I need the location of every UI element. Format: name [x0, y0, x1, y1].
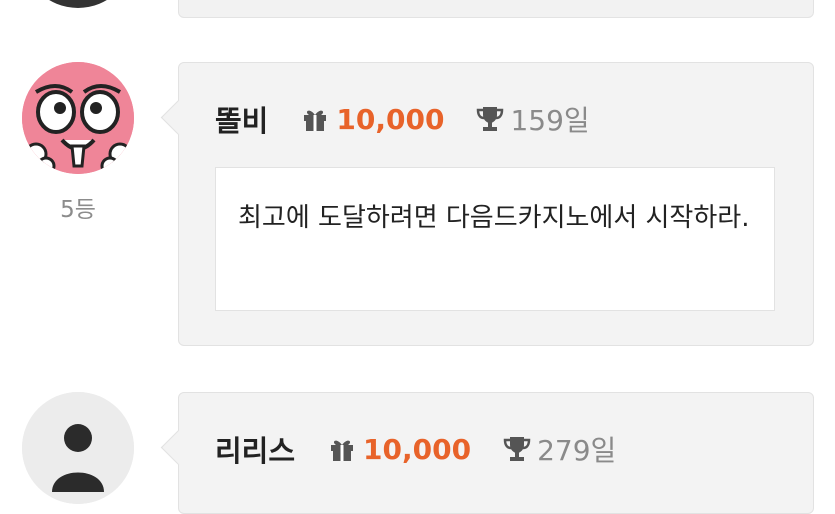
card-pointer	[160, 99, 197, 136]
gift-icon	[331, 440, 354, 461]
nickname[interactable]: 똘비	[215, 98, 268, 140]
days-count: 159일	[510, 104, 590, 137]
pink-face-avatar-image	[22, 62, 134, 174]
comment-message: 최고에 도달하려면 다음드카지노에서 시작하라.	[215, 167, 775, 311]
points-value: 10,000	[336, 102, 445, 136]
comment-card: 똘비 10,000 159일 최고에 도달하려면 다음드카지노에서 시작하라.	[160, 62, 814, 346]
comment-card: 리리스 10,000 279일	[160, 392, 814, 514]
avatar	[22, 0, 134, 8]
comment-meta: 리리스 10,000 279일	[215, 429, 616, 469]
avatar[interactable]	[22, 392, 134, 504]
card-pointer	[160, 429, 197, 466]
avatar[interactable]	[22, 62, 134, 174]
rank-label: 5등	[60, 197, 96, 223]
trophy-icon	[477, 107, 504, 131]
comment-meta: 똘비 10,000 159일	[215, 99, 590, 139]
comment-card	[178, 0, 814, 18]
days-count: 279일	[537, 434, 617, 467]
gift-icon	[304, 110, 327, 131]
nickname[interactable]: 리리스	[215, 428, 295, 470]
trophy-icon	[503, 437, 531, 461]
user-icon	[22, 392, 134, 504]
points-value: 10,000	[363, 432, 472, 466]
